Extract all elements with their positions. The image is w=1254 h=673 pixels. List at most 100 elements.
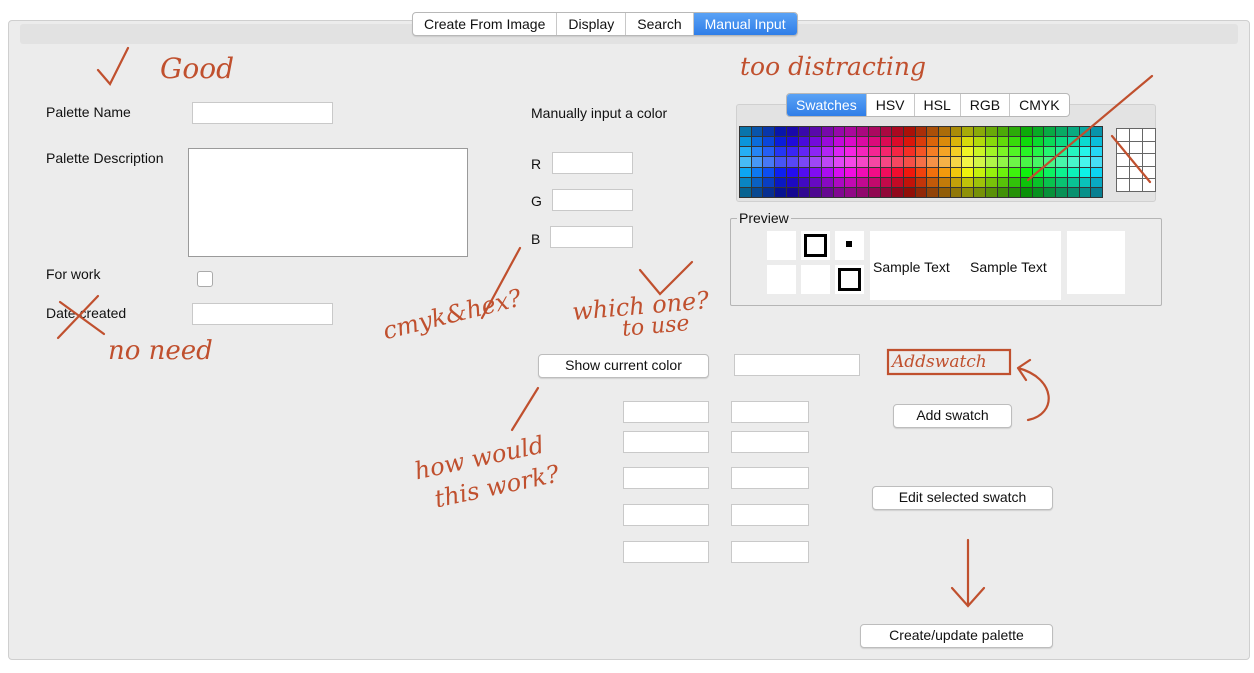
recent-swatch-cell[interactable] bbox=[1143, 154, 1155, 166]
swatch-cell[interactable] bbox=[857, 147, 868, 157]
swatch-cell[interactable] bbox=[1067, 187, 1079, 197]
swatch-cell[interactable] bbox=[775, 147, 786, 157]
swatch-cell[interactable] bbox=[845, 127, 857, 137]
swatch-cell[interactable] bbox=[1032, 187, 1044, 197]
swatch-cell[interactable] bbox=[880, 167, 892, 177]
swatch-cell[interactable] bbox=[950, 137, 962, 147]
swatch-cell[interactable] bbox=[810, 147, 821, 157]
swatch-cell[interactable] bbox=[1067, 157, 1079, 167]
swatch-cell[interactable] bbox=[833, 187, 845, 197]
swatch-cell[interactable] bbox=[810, 157, 821, 167]
swatch-cell[interactable] bbox=[997, 137, 1009, 147]
swatch-cell[interactable] bbox=[751, 137, 763, 147]
tab-create-from-image[interactable]: Create From Image bbox=[413, 13, 558, 35]
swatch-cell[interactable] bbox=[892, 157, 903, 167]
swatch-cell[interactable] bbox=[810, 177, 821, 187]
swatch-cell[interactable] bbox=[751, 127, 763, 137]
swatch-cell[interactable] bbox=[950, 127, 962, 137]
swatch-cell[interactable] bbox=[974, 187, 985, 197]
swatch-cell[interactable] bbox=[833, 177, 845, 187]
swatch-cell[interactable] bbox=[845, 137, 857, 147]
swatch-cell[interactable] bbox=[985, 157, 997, 167]
swatch-cell[interactable] bbox=[997, 147, 1009, 157]
tab-search[interactable]: Search bbox=[626, 13, 694, 35]
swatch-field[interactable] bbox=[731, 541, 809, 563]
swatch-cell[interactable] bbox=[798, 177, 810, 187]
swatch-cell[interactable] bbox=[1079, 147, 1091, 157]
swatch-cell[interactable] bbox=[1044, 127, 1056, 137]
swatch-cell[interactable] bbox=[786, 187, 798, 197]
swatch-cell[interactable] bbox=[1032, 147, 1044, 157]
palette-description-textarea[interactable] bbox=[188, 148, 468, 257]
swatch-cell[interactable] bbox=[845, 187, 857, 197]
swatch-cell[interactable] bbox=[939, 137, 950, 147]
swatch-cell[interactable] bbox=[821, 187, 833, 197]
swatch-cell[interactable] bbox=[962, 187, 974, 197]
swatch-cell[interactable] bbox=[868, 137, 880, 147]
swatch-cell[interactable] bbox=[903, 147, 915, 157]
recent-swatch-cell[interactable] bbox=[1143, 141, 1155, 154]
swatch-cell[interactable] bbox=[740, 137, 751, 147]
swatch-cell[interactable] bbox=[1079, 127, 1091, 137]
swatch-cell[interactable] bbox=[974, 127, 985, 137]
swatch-cell[interactable] bbox=[927, 177, 939, 187]
recent-swatch-cell[interactable] bbox=[1130, 166, 1142, 179]
swatch-cell[interactable] bbox=[786, 167, 798, 177]
swatch-cell[interactable] bbox=[751, 147, 763, 157]
swatch-cell[interactable] bbox=[1021, 177, 1032, 187]
swatch-cell[interactable] bbox=[798, 137, 810, 147]
swatch-cell[interactable] bbox=[892, 137, 903, 147]
swatch-cell[interactable] bbox=[740, 147, 751, 157]
swatch-cell[interactable] bbox=[1021, 167, 1032, 177]
swatch-cell[interactable] bbox=[845, 167, 857, 177]
swatch-cell[interactable] bbox=[1091, 147, 1102, 157]
swatch-cell[interactable] bbox=[786, 137, 798, 147]
swatch-cell[interactable] bbox=[775, 137, 786, 147]
swatch-cell[interactable] bbox=[1067, 127, 1079, 137]
swatch-field[interactable] bbox=[731, 431, 809, 453]
swatch-cell[interactable] bbox=[798, 167, 810, 177]
swatch-cell[interactable] bbox=[1044, 147, 1056, 157]
swatch-cell[interactable] bbox=[997, 157, 1009, 167]
swatch-cell[interactable] bbox=[798, 147, 810, 157]
swatch-cell[interactable] bbox=[857, 137, 868, 147]
swatch-cell[interactable] bbox=[985, 137, 997, 147]
swatch-cell[interactable] bbox=[915, 137, 927, 147]
swatch-cell[interactable] bbox=[997, 127, 1009, 137]
swatch-cell[interactable] bbox=[1056, 187, 1067, 197]
swatch-cell[interactable] bbox=[1056, 167, 1067, 177]
swatch-cell[interactable] bbox=[868, 147, 880, 157]
current-color-field[interactable] bbox=[734, 354, 860, 376]
swatch-grid[interactable] bbox=[739, 126, 1103, 198]
swatch-cell[interactable] bbox=[892, 147, 903, 157]
swatch-cell[interactable] bbox=[1021, 157, 1032, 167]
swatch-cell[interactable] bbox=[775, 177, 786, 187]
swatch-cell[interactable] bbox=[985, 177, 997, 187]
recent-swatch-cell[interactable] bbox=[1117, 179, 1129, 191]
swatch-cell[interactable] bbox=[997, 187, 1009, 197]
swatch-field[interactable] bbox=[623, 401, 709, 423]
swatch-cell[interactable] bbox=[821, 157, 833, 167]
swatch-cell[interactable] bbox=[1056, 137, 1067, 147]
swatch-cell[interactable] bbox=[962, 127, 974, 137]
swatch-cell[interactable] bbox=[950, 147, 962, 157]
swatch-cell[interactable] bbox=[810, 167, 821, 177]
swatch-cell[interactable] bbox=[927, 157, 939, 167]
swatch-cell[interactable] bbox=[751, 177, 763, 187]
swatch-cell[interactable] bbox=[798, 187, 810, 197]
swatch-cell[interactable] bbox=[1009, 187, 1021, 197]
swatch-cell[interactable] bbox=[903, 157, 915, 167]
swatch-cell[interactable] bbox=[1032, 127, 1044, 137]
swatch-cell[interactable] bbox=[821, 147, 833, 157]
swatch-cell[interactable] bbox=[950, 177, 962, 187]
swatch-cell[interactable] bbox=[833, 147, 845, 157]
swatch-field[interactable] bbox=[623, 541, 709, 563]
swatch-cell[interactable] bbox=[868, 187, 880, 197]
swatch-cell[interactable] bbox=[1056, 157, 1067, 167]
g-input[interactable] bbox=[552, 189, 633, 211]
swatch-cell[interactable] bbox=[810, 187, 821, 197]
recent-swatches-grid[interactable] bbox=[1116, 128, 1156, 192]
swatch-cell[interactable] bbox=[857, 167, 868, 177]
swatch-cell[interactable] bbox=[962, 157, 974, 167]
swatch-cell[interactable] bbox=[763, 147, 775, 157]
